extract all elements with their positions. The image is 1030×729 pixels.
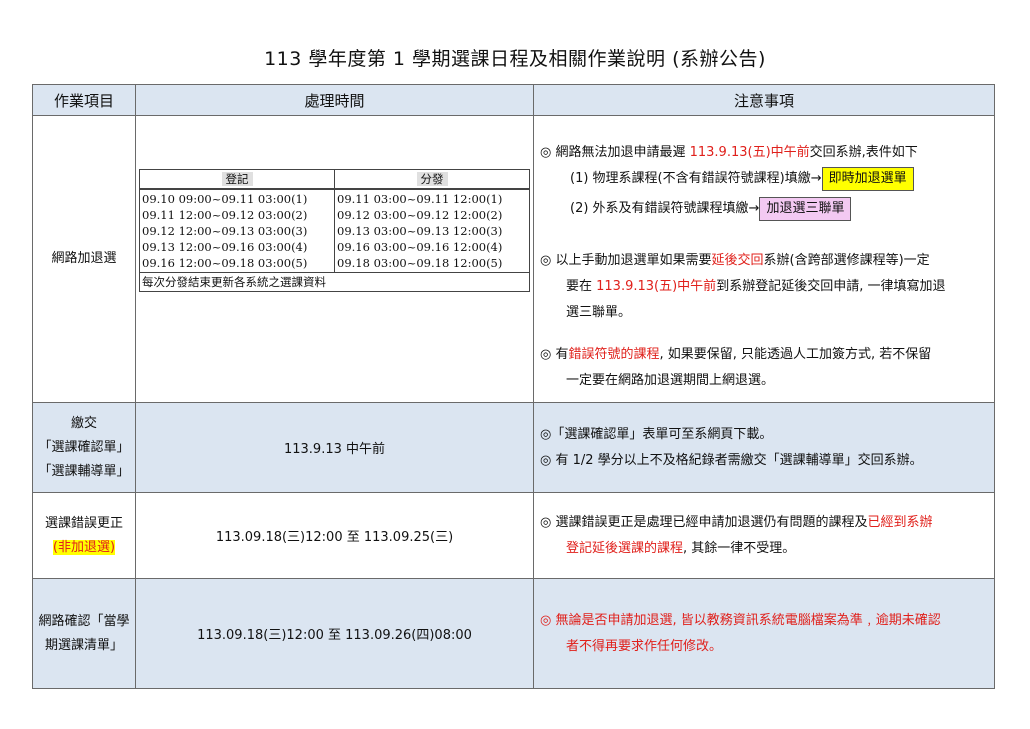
schedule-footer: 每次分發結束更新各系統之選課資料 [139, 272, 530, 292]
register-header: 登記 [221, 172, 253, 186]
page-title: 113 學年度第 1 學期選課日程及相關作業說明 (系辦公告) [264, 48, 766, 70]
time-cell: 113.09.18(三)12:00 至 113.09.25(三) [135, 492, 534, 579]
note-line: ◎ 有錯誤符號的課程, 如果要保留, 只能透過人工加簽方式, 若不保留 [540, 347, 932, 362]
item-cell: 繳交 「選課確認單」 「選課輔導單」 [32, 402, 136, 493]
note-line: 選三聯單。 [566, 305, 632, 320]
header-time: 處理時間 [135, 84, 534, 116]
instant-add-drop-form-box: 即時加退選單 [821, 167, 914, 191]
header-notes: 注意事項 [533, 84, 995, 116]
note-line: ◎ 網路無法加退申請最遲 113.9.13(五)中午前交回系辦,表件如下 [540, 145, 918, 160]
time-cell: 113.9.13 中午前 [135, 402, 534, 493]
header-item: 作業項目 [32, 84, 136, 116]
register-times: 09.10 09:00~09.11 03:00(1) 09.11 12:00~09… [139, 188, 335, 273]
add-drop-schedule: 登記 分發 09.10 09:00~09.11 03:00(1) 09.11 12… [139, 169, 530, 292]
notes-cell: ◎ 無論是否申請加退選, 皆以教務資訊系統電腦檔案為準﹐逾期未確認 者不得再要求作… [533, 578, 995, 689]
note-line: ◎ 以上手動加退選單如果需要延後交回系辦(含跨部選修課程等)一定 [540, 253, 930, 268]
schedule-table: 作業項目 處理時間 注意事項 網路加退選 登記 分發 09.10 09:00~0… [32, 84, 995, 689]
not-add-drop-tag: (非加退選) [52, 539, 116, 555]
note-line: (1) 物理系課程(不含有錯誤符號課程)填繳→ 即時加退選單 [540, 166, 994, 192]
allocate-times: 09.11 03:00~09.11 12:00(1) 09.12 03:00~09… [334, 188, 530, 273]
table-row: 網路加退選 登記 分發 09.10 09:00~09.11 03:00(1) 09… [32, 115, 995, 403]
allocate-header: 分發 [416, 172, 448, 186]
time-cell: 登記 分發 09.10 09:00~09.11 03:00(1) 09.11 12… [135, 115, 534, 403]
notes-cell: ◎「選課確認單」表單可至系網頁下載。 ◎ 有 1/2 學分以上不及格紀錄者需繳交「… [533, 402, 995, 493]
item-cell: 網路確認「當學 期選課清單」 [32, 578, 136, 689]
note-line: 一定要在網路加退選期間上網退選。 [566, 373, 775, 388]
table-row: 網路確認「當學 期選課清單」 113.09.18(三)12:00 至 113.09… [32, 578, 995, 689]
note-line: 要在 113.9.13(五)中午前到系辦登記延後交回申請, 一律填寫加退 [566, 279, 946, 294]
notes-cell: ◎ 網路無法加退申請最遲 113.9.13(五)中午前交回系辦,表件如下 (1)… [533, 115, 995, 403]
item-cell: 網路加退選 [32, 115, 136, 403]
triplicate-form-box: 加退選三聯單 [759, 197, 852, 221]
item-cell: 選課錯誤更正 (非加退選) [32, 492, 136, 579]
table-row: 選課錯誤更正 (非加退選) 113.09.18(三)12:00 至 113.09… [32, 492, 995, 579]
notes-cell: ◎ 選課錯誤更正是處理已經申請加退選仍有問題的課程及已經到系辦 登記延後選課的課… [533, 492, 995, 579]
note-line: (2) 外系及有錯誤符號課程填繳→ 加退選三聯單 [540, 196, 994, 222]
time-cell: 113.09.18(三)12:00 至 113.09.26(四)08:00 [135, 578, 534, 689]
table-header-row: 作業項目 處理時間 注意事項 [32, 84, 995, 116]
table-row: 繳交 「選課確認單」 「選課輔導單」 113.9.13 中午前 ◎「選課確認單」表單… [32, 402, 995, 493]
